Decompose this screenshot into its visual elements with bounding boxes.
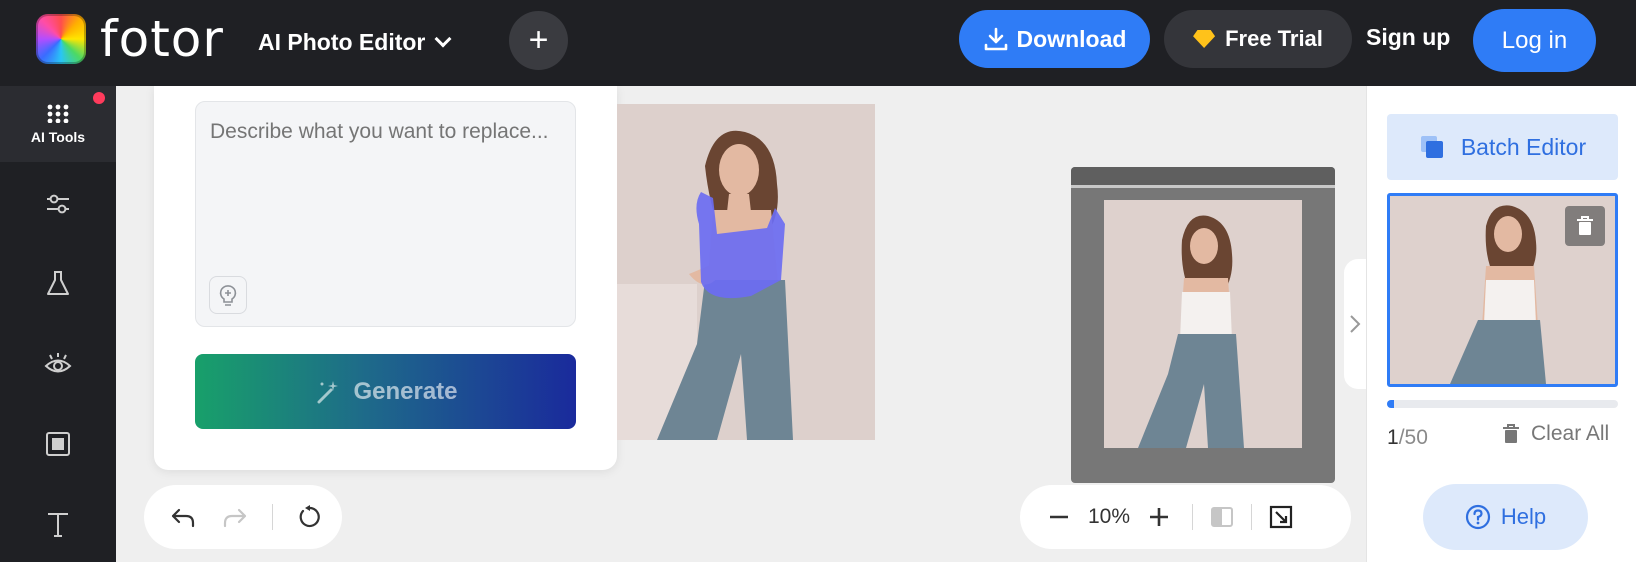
toolbar-divider xyxy=(272,504,273,530)
minus-icon xyxy=(1050,515,1068,519)
sidebar-item-adjust[interactable] xyxy=(0,176,116,232)
batch-editor-button[interactable]: Batch Editor xyxy=(1387,114,1618,180)
square-frame-icon xyxy=(46,432,70,456)
prompt-ideas-button[interactable] xyxy=(209,276,247,314)
image-count-limit: /50 xyxy=(1398,426,1428,449)
reset-button[interactable] xyxy=(295,502,325,532)
generate-label: Generate xyxy=(353,377,458,405)
trash-icon xyxy=(1503,424,1519,443)
diamond-icon xyxy=(1193,30,1216,48)
batch-editor-label: Batch Editor xyxy=(1460,133,1587,160)
new-project-button[interactable]: + xyxy=(509,11,568,70)
top-bar: fotor AI Photo Editor + Download Free Tr… xyxy=(0,0,1636,86)
lightbulb-icon xyxy=(219,285,237,306)
question-circle-icon xyxy=(1465,504,1490,530)
batch-panel: Batch Editor 1/50 Clear All Help xyxy=(1366,86,1636,562)
left-tool-rail: AI Tools xyxy=(0,86,116,562)
app-switcher[interactable]: AI Photo Editor xyxy=(258,22,452,62)
sign-up-link[interactable]: Sign up xyxy=(1366,24,1450,51)
free-trial-label: Free Trial xyxy=(1225,26,1323,51)
plus-icon: + xyxy=(528,21,549,59)
undo-button[interactable] xyxy=(168,502,198,532)
notification-badge xyxy=(93,92,105,104)
clear-all-button[interactable]: Clear All xyxy=(1501,422,1609,446)
layers-icon xyxy=(1420,136,1443,158)
sidebar-item-ai-tools[interactable]: AI Tools xyxy=(0,86,116,162)
upload-progress-bar xyxy=(1387,400,1618,408)
preview-photo xyxy=(1104,200,1302,448)
frame-header xyxy=(1071,167,1335,185)
image-count-current: 1 xyxy=(1387,426,1399,449)
frame-divider xyxy=(1071,185,1335,188)
zoom-out-button[interactable] xyxy=(1044,502,1074,532)
help-label: Help xyxy=(1500,504,1547,529)
redo-button[interactable] xyxy=(220,502,250,532)
redo-icon xyxy=(223,508,247,528)
undo-icon xyxy=(171,508,195,528)
logo-icon xyxy=(36,14,86,64)
compare-icon xyxy=(1211,507,1233,527)
chevron-right-icon xyxy=(1350,315,1361,333)
zoom-in-button[interactable] xyxy=(1144,502,1174,532)
woman-photo xyxy=(617,104,875,440)
help-button[interactable]: Help xyxy=(1423,484,1588,550)
trash-icon xyxy=(1577,216,1593,235)
grid-dots-icon xyxy=(47,104,69,123)
ai-replace-panel: Generate xyxy=(154,86,617,470)
sidebar-item-beauty[interactable] xyxy=(0,336,116,392)
collapse-panel-tab[interactable] xyxy=(1344,259,1366,389)
app-root: fotor AI Photo Editor + Download Free Tr… xyxy=(0,0,1636,562)
sidebar-item-frames[interactable] xyxy=(0,416,116,472)
sidebar-item-effects[interactable] xyxy=(0,256,116,312)
delete-image-button[interactable] xyxy=(1565,206,1605,246)
sidebar-item-label: AI Tools xyxy=(30,129,86,145)
compare-button[interactable] xyxy=(1207,502,1237,532)
image-thumbnail[interactable] xyxy=(1387,193,1618,387)
plus-icon xyxy=(1150,508,1168,526)
rotate-reset-icon xyxy=(299,505,320,528)
sidebar-item-text[interactable] xyxy=(0,496,116,552)
upload-progress-fill xyxy=(1387,400,1394,408)
generate-button[interactable]: Generate xyxy=(195,354,576,429)
zoom-toolbar: 10% xyxy=(1020,485,1351,549)
magic-wand-icon xyxy=(317,380,339,403)
eye-icon xyxy=(44,353,72,373)
canvas-photo[interactable] xyxy=(617,104,875,440)
sliders-icon xyxy=(47,194,69,214)
replace-prompt-input[interactable] xyxy=(195,101,576,327)
chevron-down-icon xyxy=(434,30,452,48)
download-label: Download xyxy=(1016,25,1127,52)
clear-all-label: Clear All xyxy=(1531,422,1610,445)
log-in-button[interactable]: Log in xyxy=(1473,9,1596,72)
preview-frame xyxy=(1071,167,1335,483)
download-icon xyxy=(984,27,1007,51)
zoom-level: 10% xyxy=(1087,505,1131,528)
text-t-icon xyxy=(48,513,68,537)
flask-icon xyxy=(47,271,69,295)
toolbar-divider xyxy=(1192,504,1193,530)
history-toolbar xyxy=(144,485,342,549)
toolbar-divider xyxy=(1251,504,1252,530)
image-count: 1/50 xyxy=(1387,426,1428,450)
brand-logo[interactable]: fotor xyxy=(36,14,224,64)
app-switcher-label: AI Photo Editor xyxy=(258,28,426,55)
fit-screen-button[interactable] xyxy=(1266,502,1296,532)
fit-screen-icon xyxy=(1269,505,1293,529)
free-trial-button[interactable]: Free Trial xyxy=(1164,10,1352,68)
download-button[interactable]: Download xyxy=(959,10,1150,68)
brand-name: fotor xyxy=(100,10,224,68)
woman-photo-preview xyxy=(1104,200,1302,448)
